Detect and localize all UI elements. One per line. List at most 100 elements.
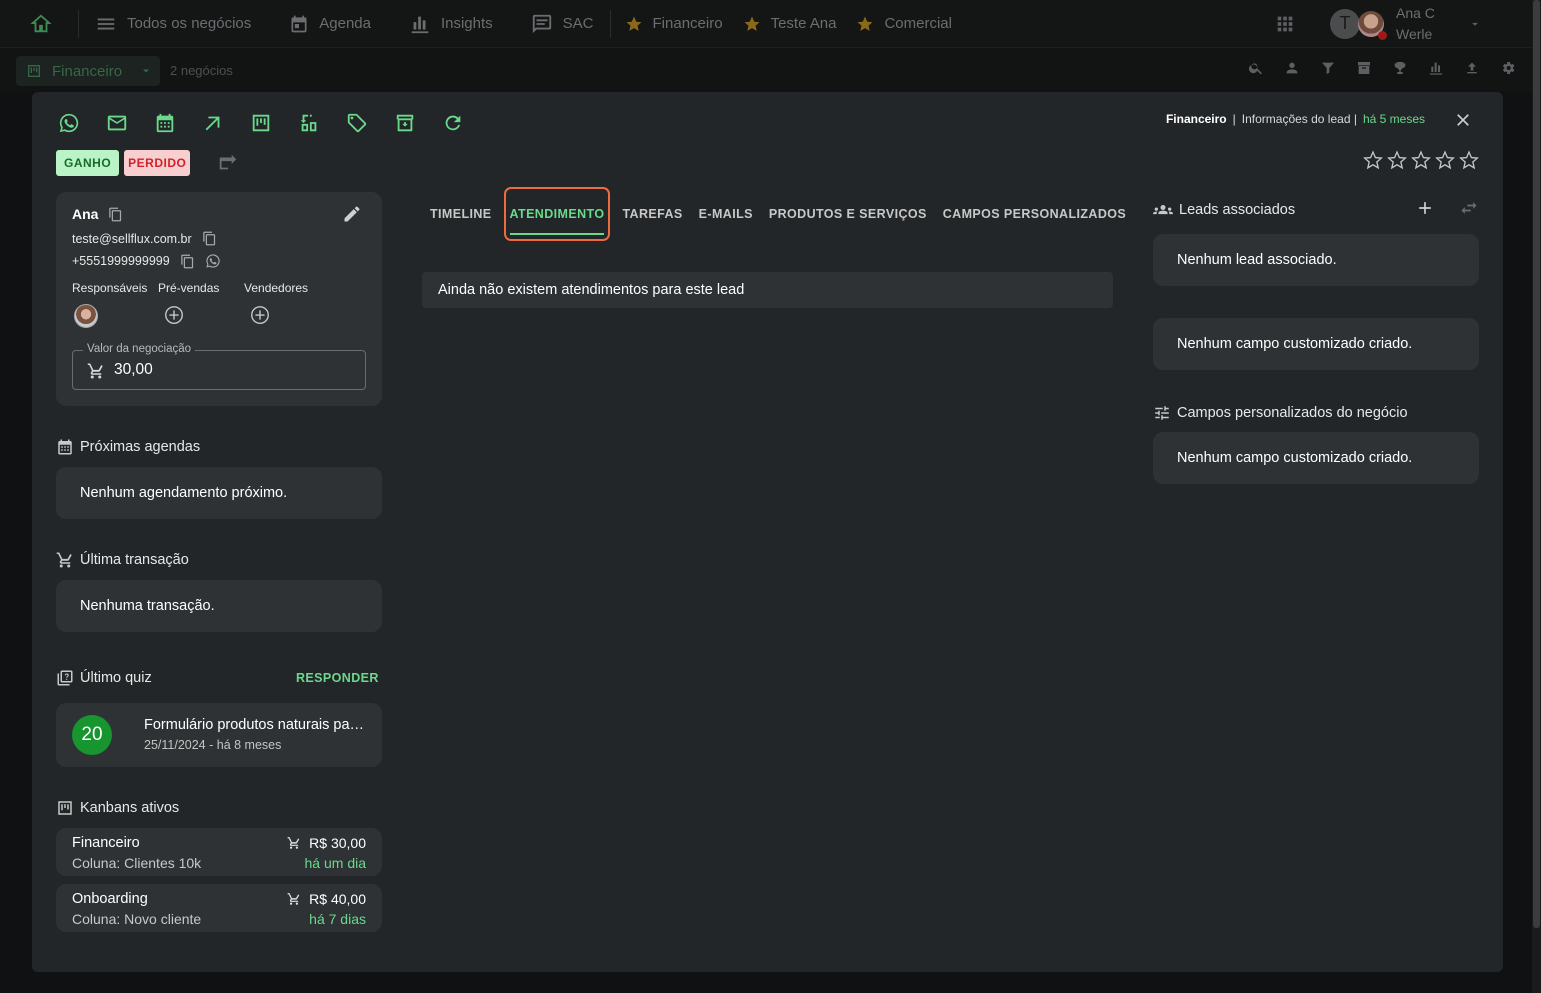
star-rating-3[interactable] [1411, 150, 1431, 170]
star-rating-4[interactable] [1435, 150, 1455, 170]
gear-icon[interactable] [1500, 60, 1516, 76]
won-button[interactable]: GANHO [56, 150, 120, 176]
star-rating-1[interactable] [1363, 150, 1383, 170]
schedule-button[interactable] [152, 110, 178, 136]
copy-icon[interactable] [108, 207, 123, 222]
archive-icon[interactable] [1356, 60, 1372, 76]
archive-button[interactable] [392, 110, 418, 136]
add-vendedores-button[interactable] [249, 304, 271, 326]
tab-tarefas[interactable]: TAREFAS [614, 194, 690, 234]
nav-item-insights[interactable]: Insights [409, 0, 493, 47]
reopen-button[interactable] [217, 152, 239, 174]
kanban-icon [56, 799, 74, 817]
whatsapp-icon[interactable] [205, 253, 221, 269]
modal-header-info: Financeiro | Informações do lead | há 5 … [1166, 112, 1425, 126]
calendar-icon [56, 438, 74, 456]
custom-fields-panel: Nenhum campo customizado criado. [1153, 318, 1479, 370]
tab-timeline[interactable]: TIMELINE [422, 194, 500, 234]
edit-button[interactable] [342, 204, 362, 224]
apps-grid-icon[interactable] [1274, 13, 1296, 35]
lead-phone: +5551999999999 [72, 254, 170, 268]
nav-item-label: Insights [440, 15, 493, 32]
home-button[interactable] [30, 0, 52, 47]
quiz-panel[interactable]: 20 Formulário produtos naturais para saú… [56, 703, 382, 767]
kanban-item[interactable]: Onboarding Coluna: Novo cliente R$ 40,00… [56, 884, 382, 932]
bar-chart-icon[interactable] [1428, 60, 1444, 76]
refresh-button[interactable] [440, 110, 466, 136]
empty-message: Nenhuma transação. [80, 598, 215, 614]
tab-produtos[interactable]: PRODUTOS E SERVIÇOS [761, 194, 935, 234]
tag-icon [346, 112, 368, 134]
associated-actions [1415, 198, 1479, 218]
open-external-button[interactable] [200, 110, 226, 136]
deal-value-field[interactable]: Valor da negociação 30,00 [72, 343, 366, 390]
person-icon[interactable] [1284, 60, 1300, 76]
kanban-column: Coluna: Novo cliente [72, 911, 202, 927]
whatsapp-icon [58, 112, 80, 134]
copy-icon[interactable] [202, 231, 217, 246]
page-scrollbar[interactable] [1532, 0, 1541, 993]
empty-message: Nenhum lead associado. [1177, 252, 1337, 268]
kanban-time: há 7 dias [309, 911, 366, 927]
scrollbar-thumb[interactable] [1533, 0, 1540, 928]
tab-emails[interactable]: E-MAILS [691, 194, 761, 234]
star-rating-5[interactable] [1459, 150, 1479, 170]
add-circle-icon [249, 304, 271, 326]
close-button[interactable] [1453, 110, 1473, 130]
email-button[interactable] [104, 110, 130, 136]
board-selector[interactable]: Financeiro [16, 56, 160, 86]
nav-item-label: Financeiro [652, 15, 723, 32]
header-separator: | [1232, 112, 1236, 126]
home-icon [30, 13, 52, 35]
star-rating-2[interactable] [1387, 150, 1407, 170]
nav-item-label: Todos os negócios [127, 15, 252, 32]
kanban-value-row: R$ 30,00 [287, 835, 366, 851]
nav-item-sac[interactable]: SAC [531, 0, 594, 47]
lost-button[interactable]: PERDIDO [124, 150, 191, 176]
role-label-pre-vendas: Pré-vendas [158, 281, 220, 295]
copy-icon[interactable] [180, 254, 195, 269]
nav-item-comercial[interactable]: Comercial [856, 0, 952, 47]
upload-icon[interactable] [1464, 60, 1480, 76]
rating-stars[interactable] [1363, 150, 1479, 170]
whatsapp-button[interactable] [56, 110, 82, 136]
swap-icon [298, 112, 320, 134]
nav-item-financeiro[interactable]: Financeiro [625, 0, 723, 47]
trophy-icon[interactable] [1392, 60, 1408, 76]
chevron-down-icon[interactable] [1468, 17, 1482, 31]
nav-item-label: Agenda [319, 15, 371, 32]
empty-message: Nenhum agendamento próximo. [80, 485, 288, 501]
tab-atendimento[interactable]: ATENDIMENTO [503, 187, 611, 241]
add-circle-icon [163, 304, 185, 326]
tab-campos[interactable]: CAMPOS PERSONALIZADOS [935, 194, 1134, 234]
avatar [74, 304, 98, 328]
add-icon[interactable] [1415, 198, 1435, 218]
user-menu[interactable]: T Ana C Werle [1274, 0, 1482, 47]
lead-email: teste@sellflux.com.br [72, 231, 192, 246]
kanban-time: há um dia [304, 855, 366, 871]
refresh-icon [442, 112, 464, 134]
add-pre-vendas-button[interactable] [163, 304, 185, 326]
list-icon [95, 13, 117, 35]
search-icon[interactable] [1248, 60, 1264, 76]
move-button[interactable] [296, 110, 322, 136]
associated-leads-panel: Nenhum lead associado. [1153, 234, 1479, 286]
nav-item-teste-ana[interactable]: Teste Ana [743, 0, 836, 47]
swap-horizontal-icon[interactable] [1459, 198, 1479, 218]
quiz-icon [56, 669, 74, 687]
tag-button[interactable] [344, 110, 370, 136]
mail-icon [106, 112, 128, 134]
kanban-item[interactable]: Financeiro Coluna: Clientes 10k R$ 30,00… [56, 828, 382, 876]
kanban-button[interactable] [248, 110, 274, 136]
section-title: Leads associados [1179, 202, 1296, 218]
kanban-icon [250, 112, 272, 134]
cart-icon [56, 551, 74, 569]
calendar-icon [154, 112, 176, 134]
respond-quiz-button[interactable]: RESPONDER [296, 671, 379, 685]
nav-item-agenda[interactable]: Agenda [289, 0, 371, 47]
header-board: Financeiro [1165, 112, 1227, 126]
nav-item-todos[interactable]: Todos os negócios [95, 0, 251, 47]
kanban-value: R$ 40,00 [309, 891, 366, 907]
filter-icon[interactable] [1320, 60, 1336, 76]
responsavel-avatar[interactable] [74, 304, 98, 328]
